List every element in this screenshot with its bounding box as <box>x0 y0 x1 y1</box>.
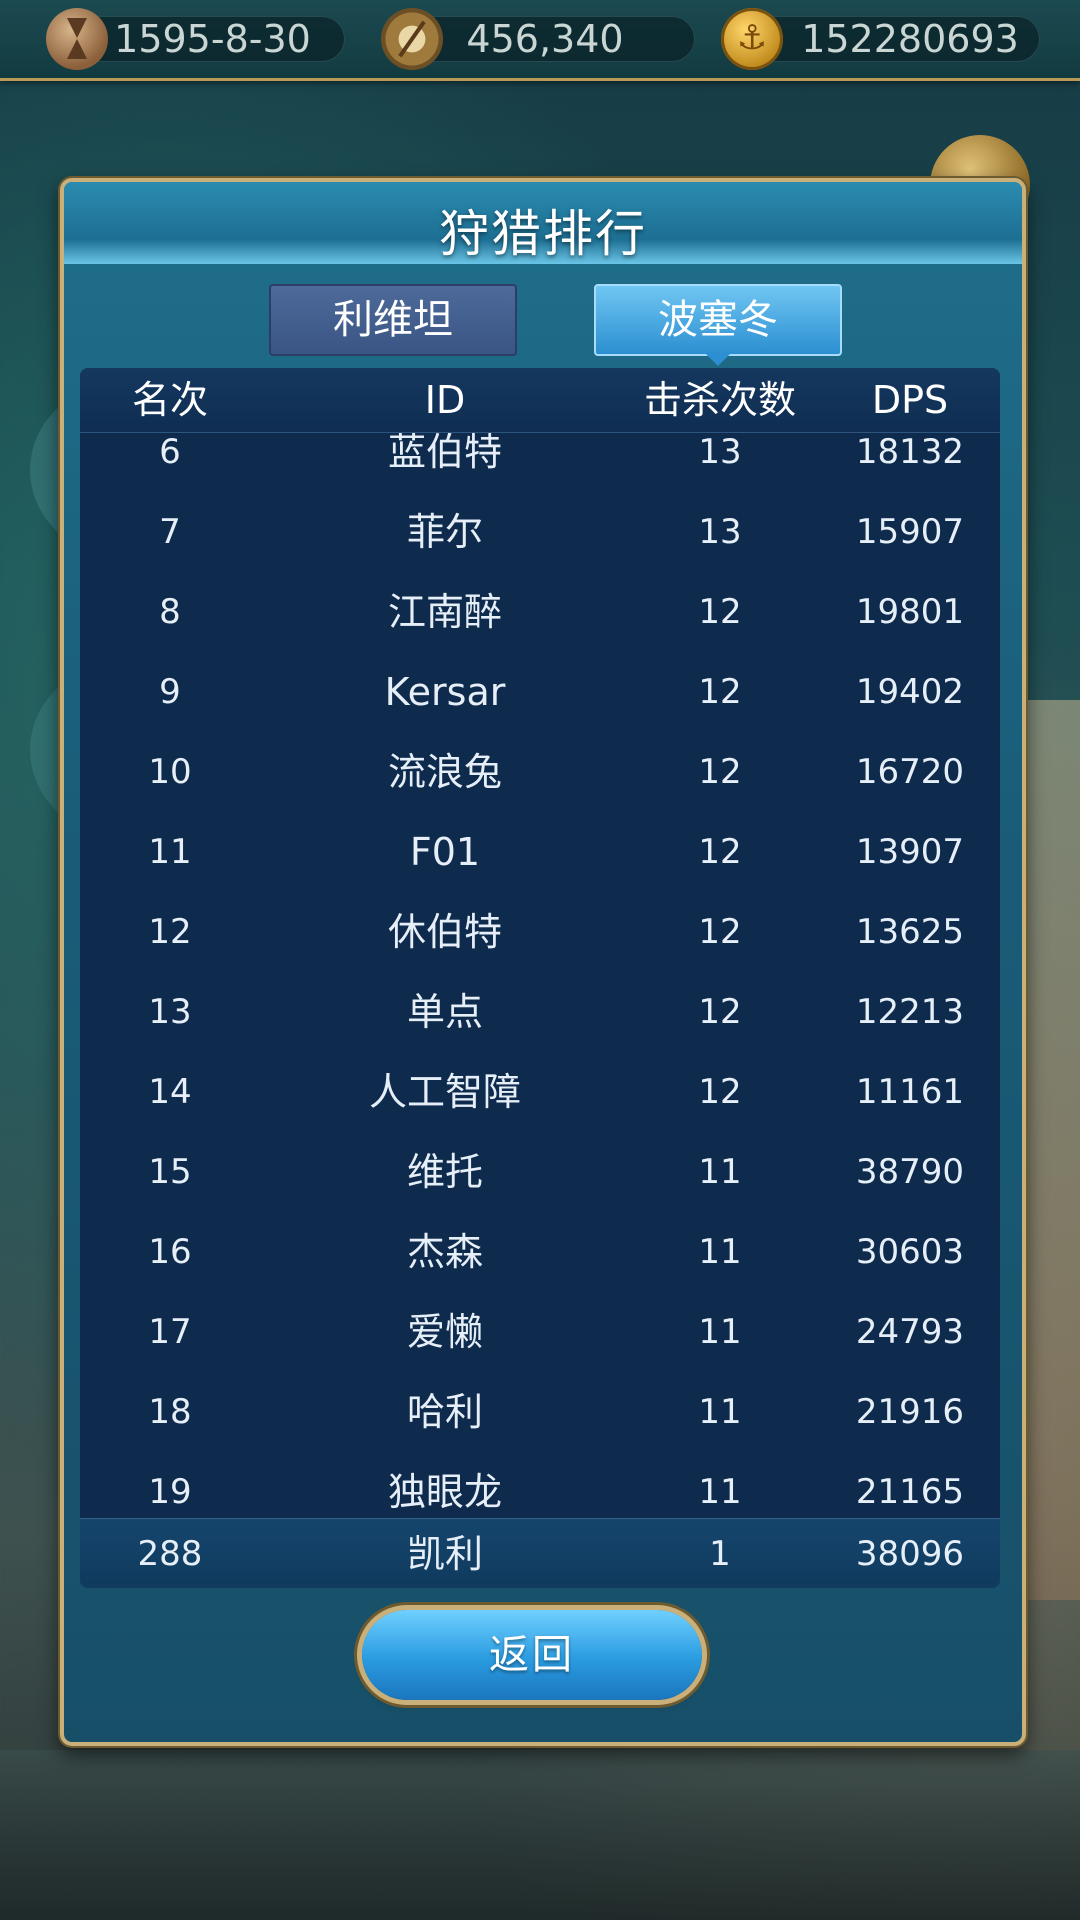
back-button[interactable]: 返回 <box>362 1610 702 1700</box>
table-row: 10 流浪兔 12 16720 <box>80 732 1000 812</box>
date-display: 1595-8-30 <box>46 8 345 70</box>
row-player-name: 哈利 <box>406 1390 483 1434</box>
row-rank: 9 <box>159 672 181 712</box>
table-row: 17 爱懒 11 24793 <box>80 1292 1000 1372</box>
row-player-name: 流浪兔 <box>387 750 502 794</box>
row-kills: 12 <box>698 592 742 632</box>
header-rank: 名次 <box>131 378 208 422</box>
row-player-name: F01 <box>409 830 481 874</box>
self-dps: 38096 <box>855 1534 965 1574</box>
row-dps: 15907 <box>855 512 965 552</box>
row-kills: 11 <box>698 1392 742 1432</box>
row-player-name: Kersar <box>384 670 506 714</box>
gold-resource: 152280693 <box>721 8 1040 70</box>
self-name: 凯利 <box>406 1532 483 1576</box>
row-dps: 30603 <box>855 1232 965 1272</box>
row-player-name: 爱懒 <box>406 1310 483 1354</box>
row-kills: 12 <box>698 832 742 872</box>
row-kills: 12 <box>698 752 742 792</box>
tab-poseidon[interactable]: 波塞冬 <box>594 284 842 366</box>
background-decoration <box>0 1750 1080 1920</box>
row-rank: 13 <box>148 992 192 1032</box>
table-row: 15 维托 11 38790 <box>80 1132 1000 1212</box>
resource-bar: 1595-8-30 456,340 152280693 <box>0 0 1080 81</box>
gold-value: 152280693 <box>801 17 1019 61</box>
tab-leviathan[interactable]: 利维坦 <box>269 284 517 356</box>
row-kills: 12 <box>698 912 742 952</box>
row-kills: 12 <box>698 1072 742 1112</box>
header-dps: DPS <box>871 378 949 422</box>
row-rank: 12 <box>148 912 192 952</box>
row-dps: 19801 <box>855 592 965 632</box>
table-header: 名次 ID 击杀次数 DPS <box>80 368 1000 433</box>
row-player-name: 江南醉 <box>387 590 502 634</box>
row-dps: 38790 <box>855 1152 965 1192</box>
row-dps: 13907 <box>855 832 965 872</box>
row-rank: 18 <box>148 1392 192 1432</box>
panel-title: 狩猎排行 <box>439 205 647 263</box>
table-row: 14 人工智障 12 11161 <box>80 1052 1000 1132</box>
row-kills: 11 <box>698 1232 742 1272</box>
self-kills: 1 <box>709 1534 731 1574</box>
table-row: 11 F01 12 13907 <box>80 812 1000 892</box>
hunting-ranking-panel: 狩猎排行 利维坦 波塞冬 6 蓝伯特 13 18132 7 菲尔 13 15907 8 江南醉 12… <box>60 178 1026 1746</box>
row-player-name: 休伯特 <box>387 910 502 954</box>
row-player-name: 人工智障 <box>368 1070 521 1114</box>
row-dps: 21916 <box>855 1392 965 1432</box>
row-kills: 12 <box>698 992 742 1032</box>
self-rank: 288 <box>137 1534 203 1574</box>
table-row: 16 杰森 11 30603 <box>80 1212 1000 1292</box>
row-rank: 7 <box>159 512 181 552</box>
row-kills: 11 <box>698 1312 742 1352</box>
back-button-label: 返回 <box>489 1632 575 1678</box>
table-row: 12 休伯特 12 13625 <box>80 892 1000 972</box>
row-rank: 11 <box>148 832 192 872</box>
header-kills: 击杀次数 <box>643 378 796 422</box>
table-row: 7 菲尔 13 15907 <box>80 492 1000 572</box>
row-rank: 10 <box>148 752 192 792</box>
row-rank: 15 <box>148 1152 192 1192</box>
row-kills: 12 <box>698 672 742 712</box>
row-player-name: 单点 <box>406 990 483 1034</box>
panel-header: 狩猎排行 <box>64 182 1022 264</box>
ranking-table[interactable]: 6 蓝伯特 13 18132 7 菲尔 13 15907 8 江南醉 12 19801 9 Kersar 1… <box>80 368 1000 1588</box>
self-rank-row: 288 凯利 1 38096 <box>80 1518 1000 1588</box>
table-row: 13 单点 12 12213 <box>80 972 1000 1052</box>
row-dps: 13625 <box>855 912 965 952</box>
compass-value: 456,340 <box>466 17 624 61</box>
table-row: 9 Kersar 12 19402 <box>80 652 1000 732</box>
row-dps: 16720 <box>855 752 965 792</box>
row-rank: 14 <box>148 1072 192 1112</box>
row-dps: 19402 <box>855 672 965 712</box>
table-row: 18 哈利 11 21916 <box>80 1372 1000 1452</box>
row-rank: 16 <box>148 1232 192 1272</box>
table-row: 8 江南醉 12 19801 <box>80 572 1000 652</box>
row-player-name: 杰森 <box>406 1230 483 1274</box>
row-kills: 13 <box>698 512 742 552</box>
row-dps: 12213 <box>855 992 965 1032</box>
row-dps: 11161 <box>855 1072 965 1112</box>
row-rank: 8 <box>159 592 181 632</box>
date-value: 1595-8-30 <box>114 17 311 61</box>
row-dps: 24793 <box>855 1312 965 1352</box>
compass-resource: 456,340 <box>381 8 695 70</box>
row-player-name: 维托 <box>406 1150 483 1194</box>
row-kills: 11 <box>698 1152 742 1192</box>
row-player-name: 菲尔 <box>406 510 483 554</box>
header-id: ID <box>424 378 466 422</box>
row-rank: 17 <box>148 1312 192 1352</box>
